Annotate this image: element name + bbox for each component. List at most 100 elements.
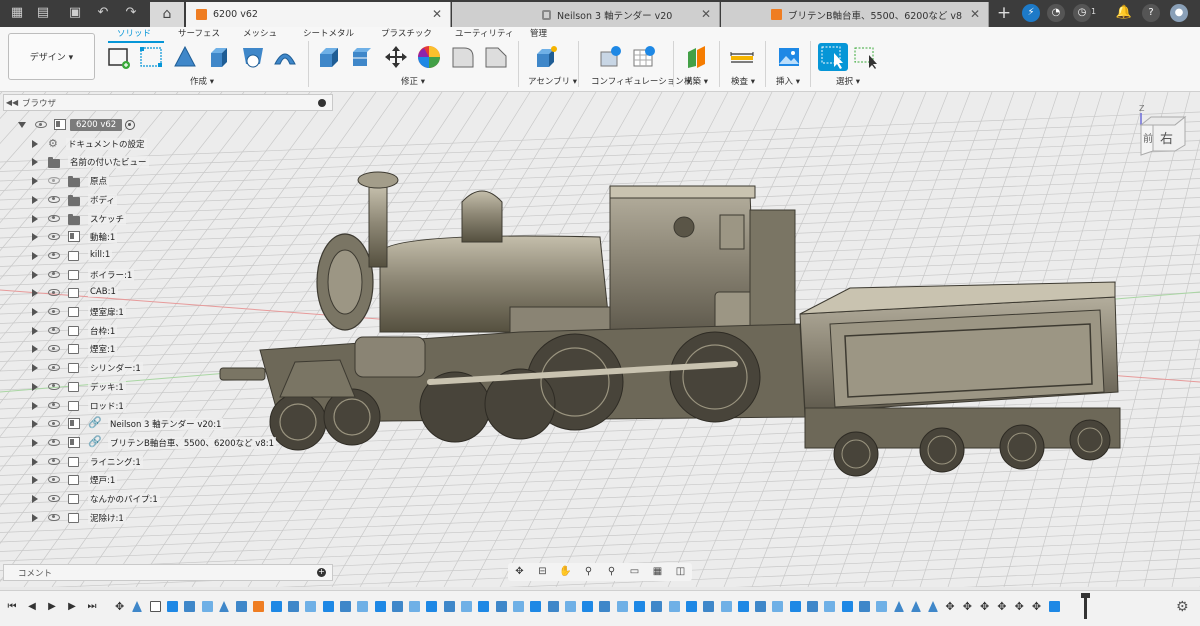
- insert-image-icon[interactable]: [776, 44, 802, 70]
- tab-surface[interactable]: サーフェス: [178, 27, 220, 39]
- visibility-eye-icon[interactable]: [48, 177, 60, 185]
- expand-caret-icon[interactable]: [32, 214, 38, 223]
- browser-item[interactable]: 🔗 ブリテンB軸台車、5500、6200など v8:1: [0, 434, 340, 452]
- insert-group-label[interactable]: 挿入 ▾: [776, 75, 800, 87]
- expand-caret-icon[interactable]: [32, 476, 38, 485]
- tab-solid[interactable]: ソリッド: [117, 27, 151, 39]
- timeline-next-icon[interactable]: ▶: [66, 601, 78, 613]
- modify-group-label[interactable]: 修正 ▾: [401, 75, 425, 87]
- timeline-body-feature-icon[interactable]: [461, 601, 472, 612]
- timeline-body-feature-icon[interactable]: [357, 601, 369, 612]
- tab-6200-v62[interactable]: 6200 v62 ✕: [186, 2, 451, 27]
- timeline-sketch-feature-icon[interactable]: [149, 601, 161, 612]
- viewports-icon[interactable]: ◫: [674, 566, 688, 578]
- browser-root-row[interactable]: 6200 v62: [0, 116, 340, 134]
- browser-item[interactable]: なんかのパイプ:1: [0, 490, 340, 508]
- timeline-marker[interactable]: [1081, 593, 1090, 619]
- browser-item[interactable]: デッキ:1: [0, 378, 340, 396]
- extensions-icon[interactable]: ⚡: [1022, 4, 1040, 22]
- orbit-icon[interactable]: ✥: [513, 566, 527, 578]
- close-icon[interactable]: ✕: [970, 7, 980, 21]
- timeline-body-feature-icon[interactable]: [858, 601, 870, 612]
- browser-item[interactable]: kill:1: [0, 247, 340, 265]
- help-icon[interactable]: ?: [1142, 4, 1160, 22]
- browser-item[interactable]: 🔗 Neilson 3 軸テンダー v20:1: [0, 415, 340, 433]
- zoom-icon[interactable]: ⚲: [582, 566, 596, 578]
- tab-utilities[interactable]: ユーティリティ: [455, 27, 513, 39]
- inspect-group-label[interactable]: 検査 ▾: [731, 75, 755, 87]
- timeline-body-feature-icon[interactable]: [685, 601, 697, 612]
- extrude-icon[interactable]: [172, 44, 198, 70]
- expand-caret-icon[interactable]: [32, 158, 38, 167]
- offset-plane-icon[interactable]: [684, 44, 710, 70]
- timeline-body-feature-icon[interactable]: [841, 601, 853, 612]
- tender-model[interactable]: [799, 281, 1121, 477]
- visibility-eye-icon[interactable]: [48, 195, 60, 203]
- window-select-icon[interactable]: [853, 44, 879, 70]
- timeline-extrude-feature-icon[interactable]: [893, 601, 904, 612]
- save-icon[interactable]: ▣: [64, 4, 86, 22]
- expand-caret-icon[interactable]: [32, 270, 38, 279]
- visibility-eye-icon[interactable]: [35, 121, 47, 128]
- visibility-eye-icon[interactable]: [48, 495, 60, 502]
- browser-item[interactable]: シリンダー:1: [0, 359, 340, 377]
- timeline-body-feature-icon[interactable]: [755, 601, 767, 612]
- timeline-body-feature-icon[interactable]: [236, 601, 248, 612]
- browser-item[interactable]: 煙室扉:1: [0, 303, 340, 321]
- timeline-last-icon[interactable]: ⏭: [86, 601, 98, 613]
- browser-item[interactable]: 台枠:1: [0, 322, 340, 340]
- pan-hand-icon[interactable]: ✋: [559, 566, 573, 578]
- timeline-body-feature-icon[interactable]: [651, 601, 663, 612]
- timeline-body-feature-icon[interactable]: [599, 601, 611, 612]
- visibility-eye-icon[interactable]: [48, 289, 60, 297]
- notifications-bell-icon[interactable]: 🔔: [1115, 4, 1133, 22]
- configure-icon[interactable]: [598, 44, 624, 70]
- select-icon[interactable]: [818, 43, 848, 71]
- new-tab-button[interactable]: +: [993, 3, 1015, 25]
- expand-caret-icon[interactable]: [32, 195, 38, 204]
- timeline-body-feature-icon[interactable]: [391, 601, 403, 612]
- create-group-label[interactable]: 作成 ▾: [190, 75, 214, 87]
- fillet-icon[interactable]: [450, 44, 476, 70]
- box-icon[interactable]: [206, 44, 232, 70]
- sweep-icon[interactable]: [272, 44, 298, 70]
- timeline-body-feature-icon[interactable]: [1049, 601, 1061, 612]
- browser-item[interactable]: スケッチ: [0, 210, 340, 228]
- configure-group-label[interactable]: コンフィギュレーション ▾: [591, 75, 691, 87]
- expand-caret-icon[interactable]: [32, 401, 38, 410]
- close-icon[interactable]: ✕: [701, 7, 711, 21]
- create-sketch-icon[interactable]: [106, 44, 132, 70]
- measure-icon[interactable]: [729, 44, 755, 70]
- browser-item[interactable]: ⚙ ドキュメントの設定: [0, 135, 340, 153]
- timeline-body-feature-icon[interactable]: [201, 601, 213, 612]
- timeline-first-icon[interactable]: ⏮: [6, 601, 18, 613]
- browser-item[interactable]: ボディ: [0, 191, 340, 209]
- timeline-body-feature-icon[interactable]: [720, 601, 732, 612]
- browser-item[interactable]: 動輪:1: [0, 228, 340, 246]
- visibility-eye-icon[interactable]: [48, 251, 60, 259]
- configure-table-icon[interactable]: [631, 44, 657, 70]
- visibility-eye-icon[interactable]: [48, 476, 60, 484]
- timeline-body-feature-icon[interactable]: [512, 601, 524, 612]
- expand-caret-icon[interactable]: [32, 308, 38, 316]
- timeline-body-feature-icon[interactable]: [789, 601, 801, 612]
- timeline-body-feature-icon[interactable]: [495, 601, 507, 612]
- expand-caret-icon[interactable]: [32, 420, 38, 429]
- timeline-extrude-feature-icon[interactable]: [132, 601, 143, 612]
- timeline-body-feature-icon[interactable]: [876, 601, 888, 612]
- timeline-move-feature-icon[interactable]: ✥: [1015, 601, 1026, 612]
- expand-caret-icon[interactable]: [32, 345, 38, 354]
- select-group-label[interactable]: 選択 ▾: [836, 75, 860, 87]
- viewcube[interactable]: Z 前 右: [1133, 103, 1189, 161]
- workspace-switcher[interactable]: デザイン ▾: [8, 33, 95, 80]
- visibility-eye-icon[interactable]: [48, 420, 60, 428]
- browser-item[interactable]: 煙室:1: [0, 340, 340, 358]
- timeline-body-feature-icon[interactable]: [184, 601, 196, 612]
- timeline-extrude-feature-icon[interactable]: [910, 601, 921, 612]
- tab-neilson-tender[interactable]: Neilson 3 軸テンダー v20 ✕: [452, 2, 720, 27]
- timeline-body-feature-icon[interactable]: [703, 601, 715, 612]
- expand-caret-icon[interactable]: [32, 139, 38, 148]
- appearance-icon[interactable]: [416, 44, 442, 70]
- close-icon[interactable]: ✕: [432, 7, 442, 21]
- browser-item[interactable]: ライニング:1: [0, 453, 340, 471]
